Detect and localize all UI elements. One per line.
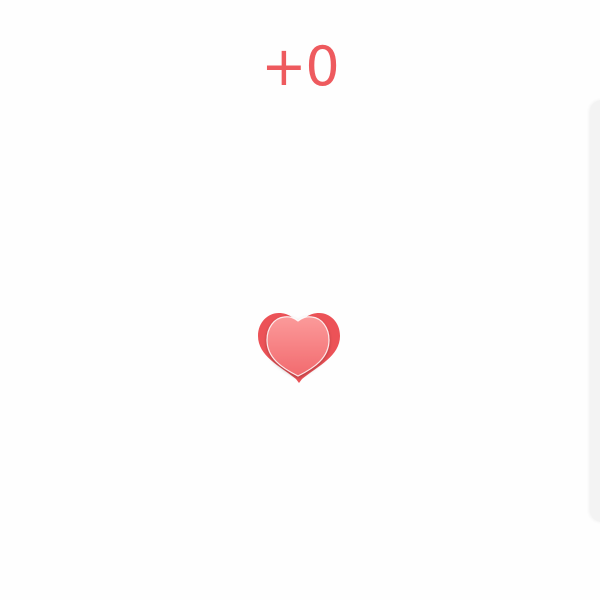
like-counter: +0 xyxy=(261,35,340,98)
heart-icon xyxy=(258,313,340,383)
heart-front-shape xyxy=(266,316,330,377)
like-button[interactable] xyxy=(256,310,342,386)
side-panel-edge xyxy=(590,100,600,522)
like-widget: +0 xyxy=(0,0,600,600)
